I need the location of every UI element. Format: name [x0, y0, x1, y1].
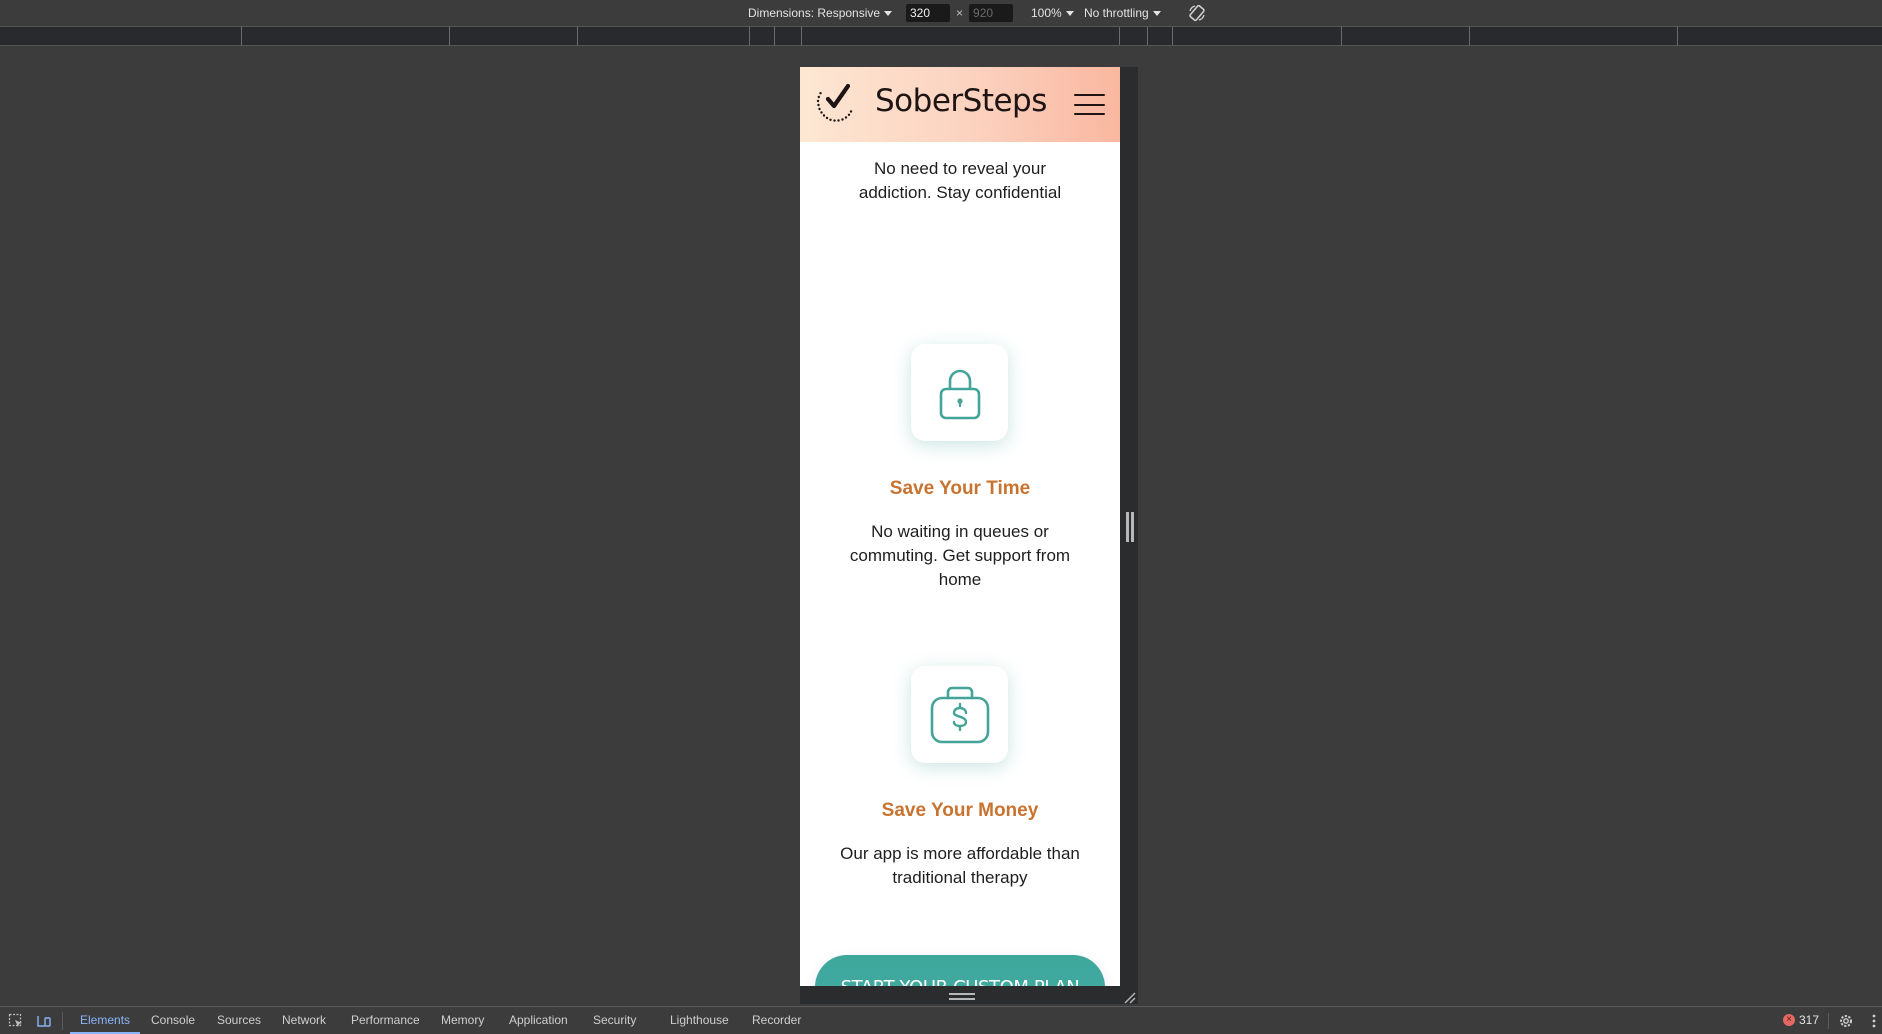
rotate-button[interactable] — [1187, 0, 1207, 26]
more-menu-icon[interactable] — [1866, 1013, 1882, 1029]
device-toolbar: Dimensions: Responsive 320 × 920 100% No… — [0, 0, 1882, 26]
settings-gear-icon[interactable] — [1838, 1013, 1854, 1029]
chevron-down-icon — [1065, 10, 1074, 16]
device-toggle-icon[interactable] — [36, 1013, 52, 1029]
rotate-icon — [1189, 4, 1205, 22]
tab-sources[interactable]: Sources — [207, 1007, 271, 1034]
device-viewport: SoberSteps No need to reveal your addict… — [800, 67, 1120, 986]
zoom-dropdown[interactable]: 100% — [1031, 0, 1074, 26]
media-query-ruler — [0, 26, 1882, 46]
tab-network[interactable]: Network — [272, 1007, 336, 1034]
height-input[interactable]: 920 — [969, 4, 1014, 22]
hamburger-menu-icon[interactable] — [1074, 94, 1105, 115]
tab-console[interactable]: Console — [141, 1007, 205, 1034]
logo-check-icon[interactable] — [813, 79, 861, 127]
tab-security[interactable]: Security — [583, 1007, 646, 1034]
tab-recorder[interactable]: Recorder — [742, 1007, 811, 1034]
tab-memory[interactable]: Memory — [431, 1007, 494, 1034]
brand-name[interactable]: SoberSteps — [875, 83, 1047, 119]
width-input[interactable]: 320 — [906, 4, 950, 22]
error-icon: × — [1783, 1014, 1795, 1026]
feature-icon-card — [911, 344, 1008, 441]
feature-title: Save Your Money — [881, 800, 1039, 821]
throttling-label: No throttling — [1084, 6, 1149, 20]
resize-handle-bottom[interactable] — [949, 993, 975, 1000]
devtools-tab-bar: Elements Console Sources Network Perform… — [0, 1006, 1882, 1034]
throttling-dropdown[interactable]: No throttling — [1084, 0, 1161, 26]
feature-description: No need to reveal your addiction. Stay c… — [858, 159, 1062, 202]
times-sign: × — [956, 6, 964, 20]
tab-elements[interactable]: Elements — [70, 1007, 141, 1034]
start-custom-plan-button[interactable]: START YOUR CUSTOM PLAN — [815, 955, 1105, 986]
feature-description: Our app is more affordable than traditio… — [840, 844, 1080, 887]
chevron-down-icon — [884, 10, 893, 16]
tab-performance[interactable]: Performance — [341, 1007, 430, 1034]
error-count-badge[interactable]: × 317 — [1783, 1013, 1819, 1027]
chevron-down-icon — [1152, 10, 1161, 16]
dimensions-label: Dimensions: Responsive — [748, 6, 881, 20]
error-count: 317 — [1799, 1013, 1820, 1027]
padlock-icon — [939, 369, 980, 419]
tab-application[interactable]: Application — [499, 1007, 578, 1034]
feature-icon-card — [911, 666, 1008, 763]
resize-corner-icon[interactable] — [1122, 990, 1136, 1004]
resize-handle-right[interactable] — [1126, 512, 1134, 542]
money-bag-icon — [930, 686, 989, 743]
inspect-element-icon[interactable] — [8, 1013, 24, 1029]
site-header: SoberSteps — [800, 67, 1120, 142]
dimensions-dropdown[interactable]: Dimensions: Responsive — [748, 0, 893, 26]
tab-lighthouse[interactable]: Lighthouse — [660, 1007, 739, 1034]
zoom-label: 100% — [1031, 6, 1062, 20]
feature-title: Save Your Time — [889, 478, 1031, 499]
feature-description: No waiting in queues or commuting. Get s… — [849, 522, 1071, 589]
